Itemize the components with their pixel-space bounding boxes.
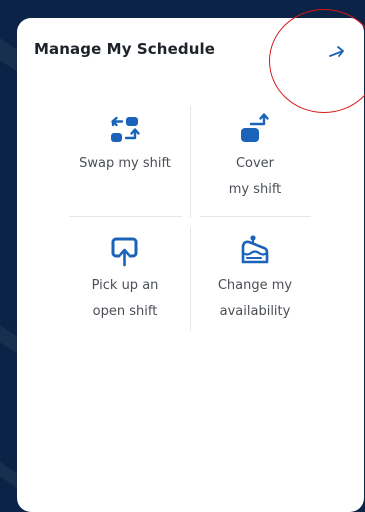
- change-availability-label: Change my availability: [217, 278, 293, 319]
- cover-shift-action[interactable]: Cover my shift: [200, 108, 310, 203]
- swap-shift-action[interactable]: Swap my shift: [65, 108, 185, 177]
- grid-divider-vertical-bottom: [190, 227, 191, 331]
- swap-shift-icon: [111, 116, 140, 142]
- arrow-right-icon: [329, 46, 344, 57]
- manage-schedule-card: Manage My Schedule Swap my shift Cover m…: [17, 18, 364, 512]
- grid-divider-horizontal-left: [69, 216, 182, 217]
- pickup-shift-label: Pick up an open shift: [91, 278, 159, 319]
- change-availability-action[interactable]: Change my availability: [200, 230, 310, 325]
- grid-divider-horizontal-right: [200, 216, 311, 217]
- pickup-shift-action[interactable]: Pick up an open shift: [65, 230, 185, 325]
- cover-shift-icon: [241, 113, 269, 142]
- swap-shift-label: Swap my shift: [79, 156, 171, 171]
- availability-icon: [241, 235, 269, 264]
- cover-shift-label: Cover my shift: [228, 156, 282, 197]
- open-schedule-button[interactable]: [324, 39, 350, 65]
- pickup-shift-icon: [111, 237, 138, 267]
- card-title: Manage My Schedule: [34, 40, 215, 58]
- grid-divider-vertical-top: [190, 106, 191, 218]
